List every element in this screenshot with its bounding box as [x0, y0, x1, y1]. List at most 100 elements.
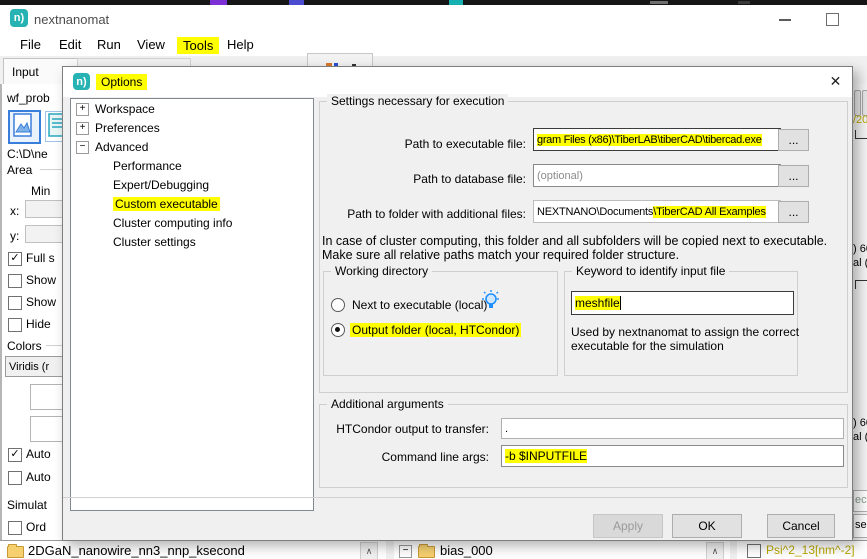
keyword-note-line2: executable for the simulation [571, 339, 724, 353]
options-dialog: n) Options ✕ + Workspace + Preferences −… [62, 66, 853, 541]
order-checkbox-label: Ord [26, 520, 46, 534]
right-edge-panel: /20 ) 60 al ( ) 60 al ( ect sele [853, 84, 867, 540]
cmdline-args-label: Command line args: [321, 450, 489, 464]
radio-output-folder[interactable] [331, 323, 345, 337]
db-browse-button[interactable]: ... [778, 165, 809, 187]
axis-tick-fragment [855, 130, 867, 139]
folder-icon [7, 546, 24, 558]
dialog-footer-separator [63, 497, 852, 498]
axis-tick-fragment [855, 280, 867, 289]
psi-checkbox[interactable] [747, 544, 761, 558]
maximize-button[interactable] [826, 13, 839, 26]
dialog-title: Options [96, 74, 147, 90]
exe-path-value: gram Files (x86)\TiberLAB\tiberCAD\tiber… [537, 134, 762, 146]
folder-path-value-highlight: \TiberCAD All Examples [653, 206, 766, 218]
tree-item-custom-executable[interactable]: Custom executable [113, 197, 220, 211]
dropdown-fragment: sele [853, 514, 867, 538]
screen: n) nextnanomat File Edit Run View Tools … [0, 0, 867, 559]
folder-browse-button[interactable]: ... [778, 201, 809, 223]
cluster-note-line1: In case of cluster computing, this folde… [322, 234, 827, 248]
psi-overlay-item[interactable]: Psi^2_13[nm^-2] [766, 543, 855, 557]
overlay-list-panel: Psi^2_13[nm^-2] [737, 540, 867, 559]
keyword-groupbox: Keyword to identify input file [564, 271, 798, 376]
folder-path-field[interactable]: NEXTNANO\Documents\TiberCAD All Examples [533, 200, 781, 223]
keyword-field[interactable]: meshfile [571, 291, 794, 315]
tree-item-cluster-computing-info[interactable]: Cluster computing info [113, 216, 232, 230]
htcondor-output-field[interactable]: . [501, 418, 844, 439]
image-view-button[interactable] [8, 110, 41, 144]
window-title: nextnanomat [34, 12, 109, 27]
toolbar-button-fragment [862, 90, 867, 116]
expander-workspace[interactable]: + [76, 103, 89, 116]
hide-checkbox-label: Hide [26, 317, 51, 331]
dialog-close-button[interactable]: ✕ [819, 67, 852, 95]
x-label: x: [10, 204, 19, 218]
menu-run[interactable]: Run [97, 37, 121, 52]
collapse-expander-icon[interactable]: − [399, 545, 412, 558]
tree-item-workspace[interactable]: Workspace [95, 102, 155, 116]
minimize-button[interactable] [779, 19, 791, 21]
expander-advanced[interactable]: − [76, 141, 89, 154]
cluster-note-line2: Make sure all relative paths match your … [322, 248, 679, 262]
radio-next-to-executable[interactable] [331, 298, 345, 312]
db-path-field[interactable]: (optional) [533, 164, 781, 187]
htcondor-output-label: HTCondor output to transfer: [321, 422, 489, 436]
scroll-up-button[interactable]: ∧ [706, 542, 724, 559]
menu-help[interactable]: Help [227, 37, 254, 52]
scroll-up-button[interactable]: ∧ [360, 542, 378, 559]
tree-item-cluster-settings[interactable]: Cluster settings [113, 235, 196, 249]
colormap-value: Viridis (r [9, 361, 49, 373]
area-group-title: Area [7, 163, 32, 177]
additional-arguments-title: Additional arguments [327, 397, 448, 411]
cmdline-args-value: -b $INPUTFILE [505, 449, 587, 463]
order-checkbox[interactable] [8, 521, 22, 535]
db-path-label: Path to database file: [322, 172, 526, 186]
lightbulb-icon [479, 289, 503, 313]
edge-text-fragment: al ( [853, 257, 867, 269]
full-checkbox-label: Full s [26, 251, 55, 265]
show-checkbox-2[interactable] [8, 296, 22, 310]
output-tree-panel: − bias_000 ∧ [394, 540, 730, 559]
tree-item-expert-debugging[interactable]: Expert/Debugging [113, 178, 209, 192]
auto-checkbox-1-label: Auto [26, 447, 51, 461]
sidebar-path: C:\D\ne [7, 147, 48, 161]
colors-group-title: Colors [7, 339, 42, 353]
image-icon [10, 112, 35, 138]
bias-folder-item[interactable]: bias_000 [440, 543, 493, 558]
keyword-note-line1: Used by nextnanomat to assign the correc… [571, 325, 799, 339]
menu-view[interactable]: View [137, 37, 165, 52]
cancel-button[interactable]: Cancel [767, 514, 835, 538]
apply-button[interactable]: Apply [593, 514, 663, 538]
full-checkbox[interactable]: ✓ [8, 252, 22, 266]
app-logo-icon: n) [10, 9, 28, 27]
show-checkbox-1[interactable] [8, 274, 22, 288]
auto-checkbox-2[interactable] [8, 471, 22, 485]
background-fragment [738, 1, 750, 4]
folder-path-value-plain: NEXTNANO\Documents [537, 206, 653, 218]
bottom-bar: 2DGaN_nanowire_nn3_nnp_ksecond ∧ − bias_… [0, 540, 867, 559]
cmdline-args-field[interactable]: -b $INPUTFILE [501, 445, 844, 467]
menu-file[interactable]: File [20, 37, 41, 52]
ok-button[interactable]: OK [672, 514, 742, 538]
expander-preferences[interactable]: + [76, 122, 89, 135]
exe-path-field[interactable]: gram Files (x86)\TiberLAB\tiberCAD\tiber… [533, 128, 781, 151]
text-cursor [620, 296, 621, 310]
y-label: y: [10, 229, 19, 243]
simulation-folder-item[interactable]: 2DGaN_nanowire_nn3_nnp_ksecond [28, 543, 245, 558]
exe-browse-button[interactable]: ... [778, 129, 809, 151]
menu-edit[interactable]: Edit [59, 37, 81, 52]
tree-item-performance[interactable]: Performance [113, 159, 182, 173]
tree-item-advanced[interactable]: Advanced [95, 140, 148, 154]
hide-checkbox[interactable] [8, 318, 22, 332]
tab-input-label: Input [12, 65, 39, 79]
edge-text-fragment: ) 60 [853, 243, 867, 255]
tree-item-preferences[interactable]: Preferences [95, 121, 160, 135]
auto-checkbox-1[interactable]: ✓ [8, 448, 22, 462]
folder-path-label: Path to folder with additional files: [322, 207, 526, 221]
simulation-group-title: Simulat [7, 498, 47, 512]
menu-tools[interactable]: Tools [177, 37, 219, 54]
keyword-group-title: Keyword to identify input file [572, 264, 729, 278]
sidebar-file-name[interactable]: wf_prob [7, 91, 50, 105]
show-checkbox-1-label: Show [26, 273, 56, 287]
db-path-placeholder: (optional) [537, 170, 583, 182]
